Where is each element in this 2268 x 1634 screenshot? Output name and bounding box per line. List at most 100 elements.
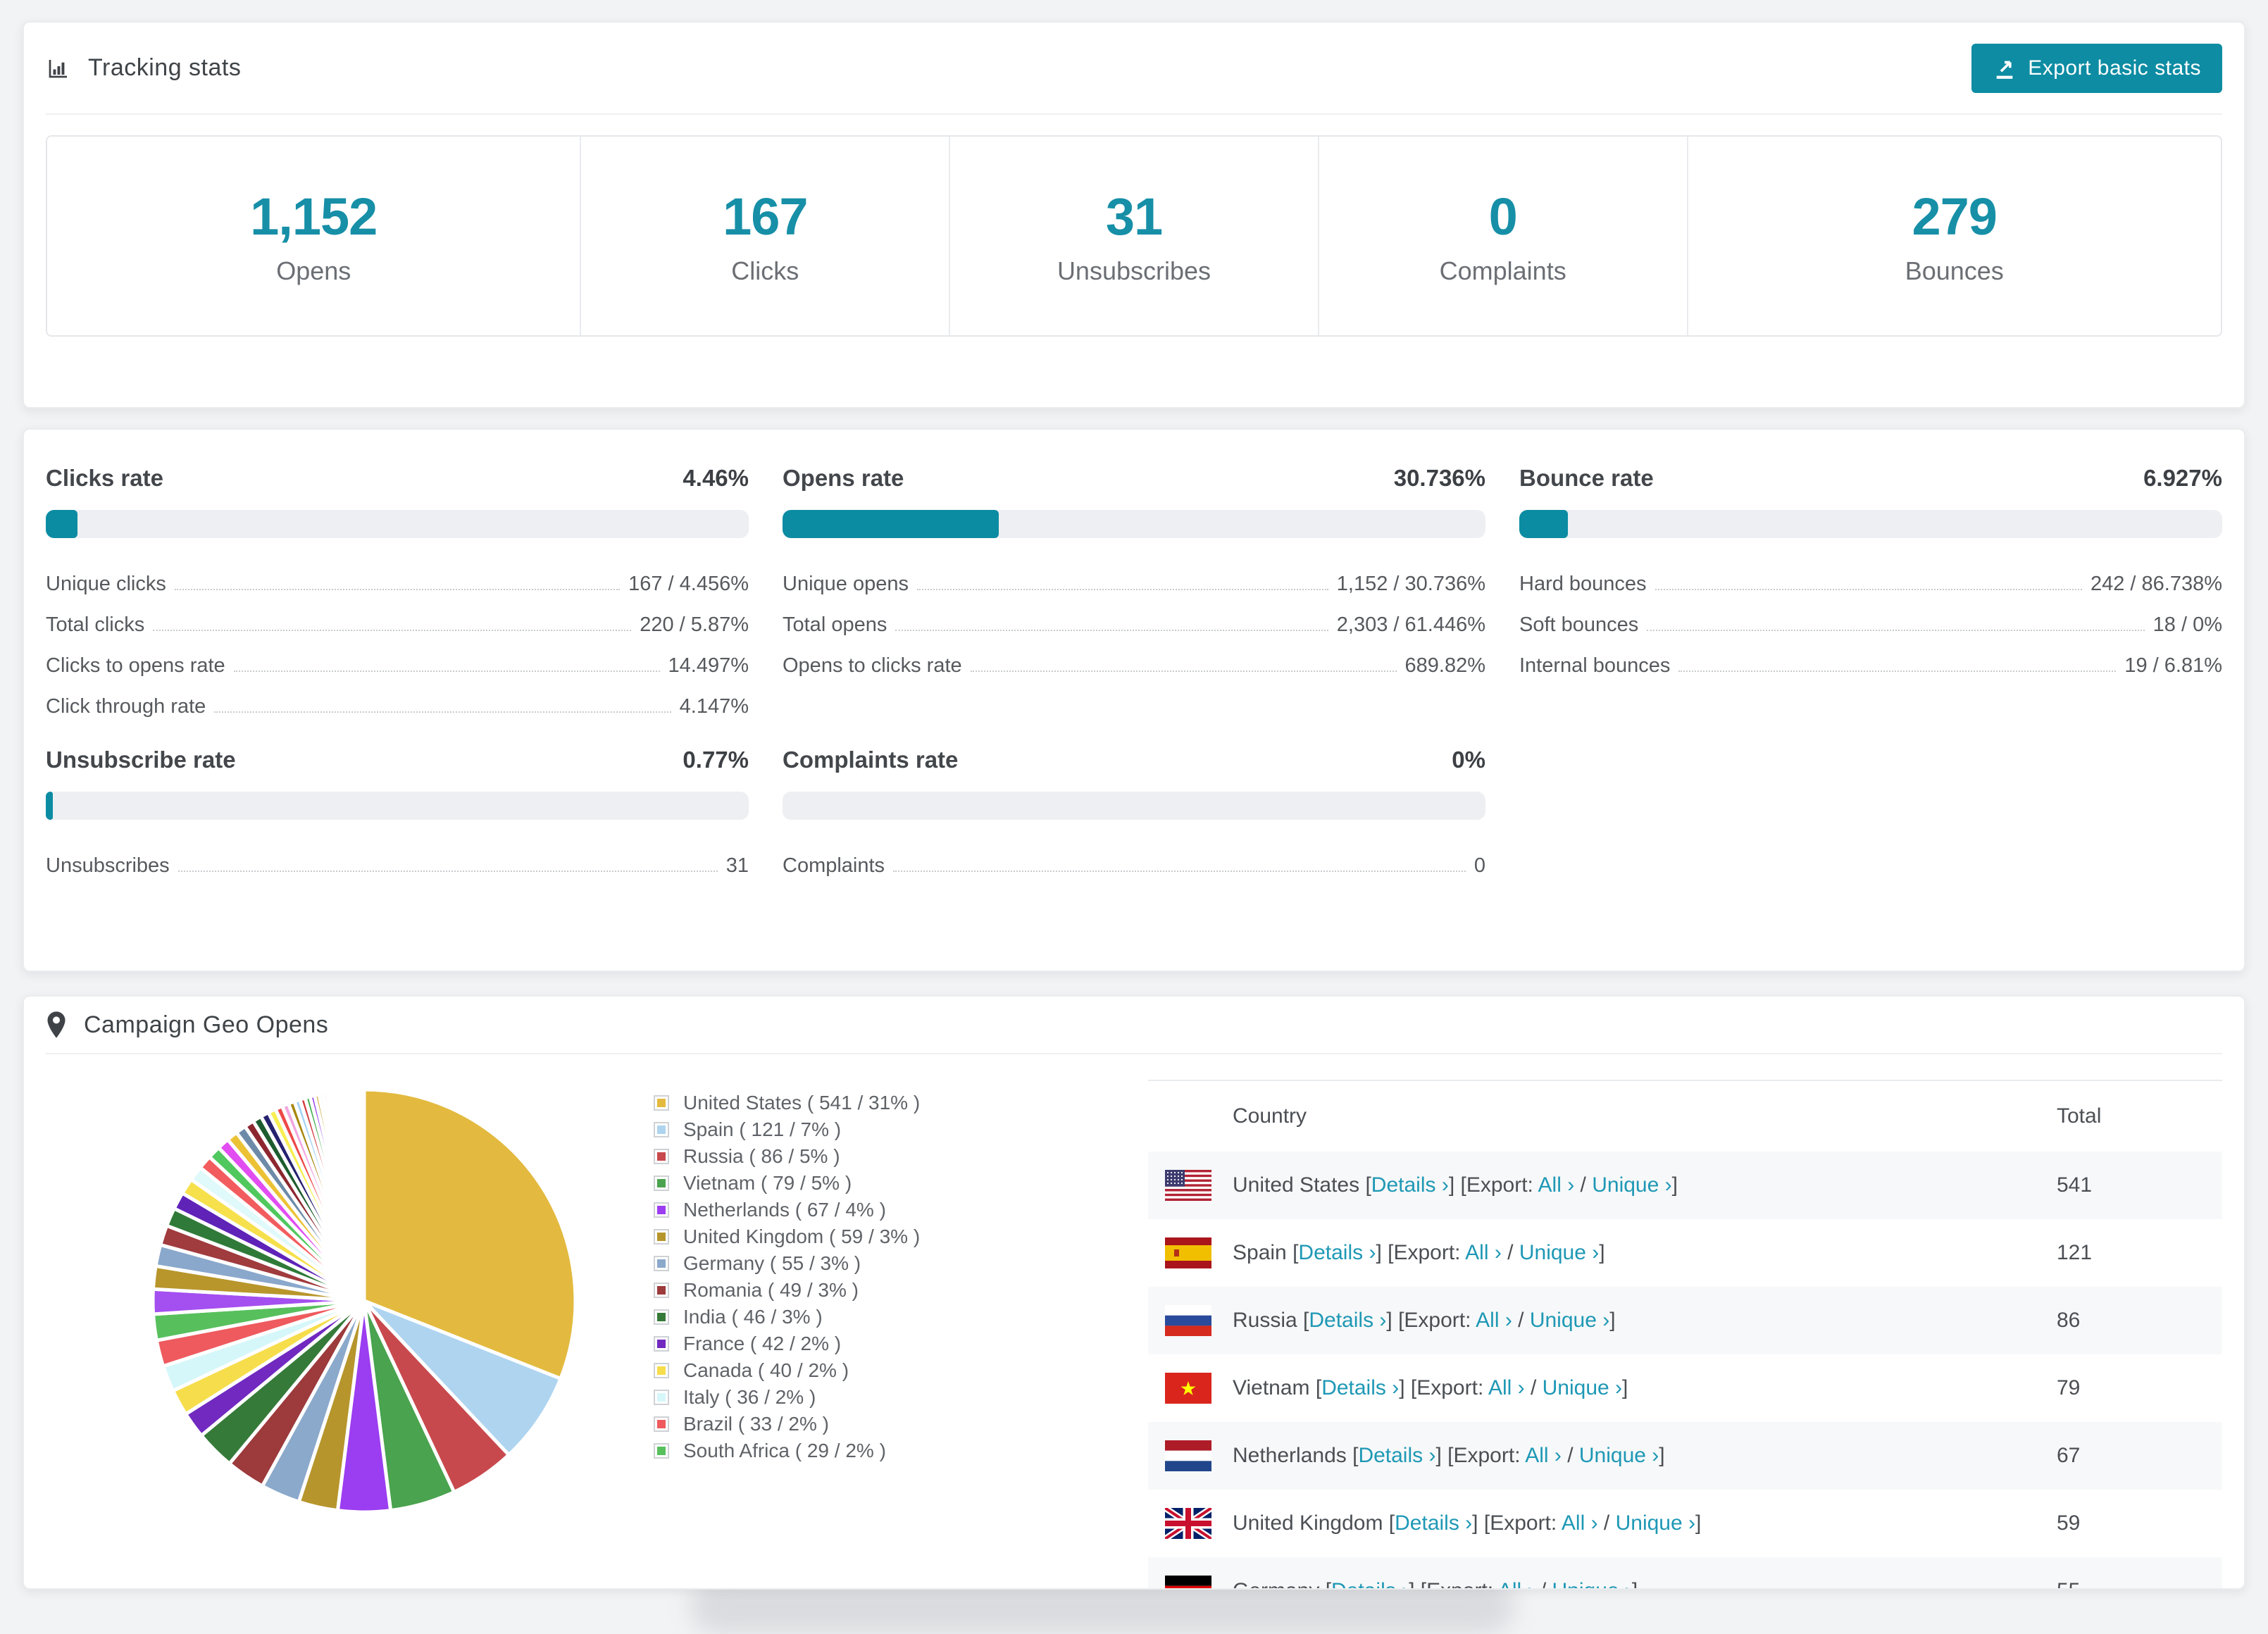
rate-detail-value: 167 / 4.456% [628,573,749,595]
export-unique-link[interactable]: Unique › [1616,1511,1695,1535]
details-link[interactable]: Details › [1309,1309,1386,1332]
progress-bar [783,792,1485,820]
rate-title: Opens rate [783,465,904,491]
legend-item-romania: Romania ( 49 / 3% ) [654,1277,1148,1304]
export-unique-link[interactable]: Unique › [1519,1241,1599,1264]
rate-detail-row: Soft bounces 18 / 0% [1519,596,2222,637]
export-all-link[interactable]: All › [1476,1309,1512,1332]
table-row-gb: United Kingdom [Details ›] [Export: All … [1148,1490,2222,1557]
export-all-link[interactable]: All › [1498,1579,1535,1588]
details-link[interactable]: Details › [1331,1579,1409,1588]
rate-detail-value: 0 [1473,854,1485,877]
slash: / [1512,1309,1530,1332]
legend-label: Russia ( 86 / 5% ) [683,1145,840,1167]
rate-block-complaints-rate: Complaints rate 0% Complaints 0 [783,747,1485,878]
legend-item-south-africa: South Africa ( 29 / 2% ) [654,1437,1148,1464]
export-unique-link[interactable]: Unique › [1592,1173,1671,1197]
rate-block-bounce-rate: Bounce rate 6.927% Hard bounces 242 / 86.73… [1519,465,2222,718]
legend-swatch [654,1202,669,1218]
details-link[interactable]: Details › [1298,1241,1376,1264]
legend-item-united-states: United States ( 541 / 31% ) [654,1090,1148,1116]
export-label: Export: [1490,1511,1562,1535]
tracking-stats-header: Tracking stats Export basic stats [46,23,2222,115]
bracket: ] [ [1435,1444,1454,1467]
rate-title: Clicks rate [46,465,163,491]
rate-detail-label: Opens to clicks rate [783,654,962,677]
stat-value: 167 [723,187,808,246]
tracking-stats-card: Tracking stats Export basic stats 1,152 O… [23,21,2245,408]
country-cell: Netherlands [Details ›] [Export: All › /… [1148,1440,2057,1471]
export-all-link[interactable]: All › [1525,1444,1562,1467]
rate-value: 0.77% [683,747,749,773]
export-unique-link[interactable]: Unique › [1543,1376,1622,1399]
details-link[interactable]: Details › [1358,1444,1435,1467]
bracket: ] [1695,1511,1702,1535]
rate-head: Opens rate 30.736% [783,465,1485,492]
export-label: Export: [1404,1309,1476,1332]
progress-bar [1519,510,2222,538]
legend-item-brazil: Brazil ( 33 / 2% ) [654,1411,1148,1437]
legend-label: United States ( 541 / 31% ) [683,1092,921,1114]
bracket: ] [1671,1173,1678,1197]
rate-detail-value: 19 / 6.81% [2124,654,2222,677]
stat-cell-unsubscribes: 31 Unsubscribes [950,137,1319,335]
export-label: Export: [1393,1241,1466,1264]
legend-label: France ( 42 / 2% ) [683,1333,842,1354]
legend-swatch [654,1149,669,1164]
export-all-link[interactable]: All › [1488,1376,1525,1399]
country-total: 79 [2057,1376,2081,1399]
dotted-leader [174,589,621,590]
vn-flag-icon [1165,1373,1211,1404]
table-row-de: Germany [Details ›] [Export: All › / Uni… [1148,1557,2222,1588]
rate-value: 30.736% [1393,465,1485,491]
legend-swatch [654,1175,669,1191]
stat-cell-clicks: 167 Clicks [581,137,951,335]
bracket: [ [1309,1376,1322,1399]
export-basic-stats-button[interactable]: Export basic stats [1971,43,2222,93]
legend-swatch [654,1256,669,1271]
export-all-link[interactable]: All › [1465,1241,1502,1264]
bracket: ] [ [1409,1579,1426,1588]
progress-bar-fill [1519,510,1569,538]
rate-detail-list: Complaints 0 [783,837,1485,878]
rate-detail-value: 31 [725,854,749,877]
export-all-link[interactable]: All › [1562,1511,1598,1535]
country-cell: United Kingdom [Details ›] [Export: All … [1148,1508,2057,1539]
stat-value: 0 [1488,187,1518,246]
slash: / [1597,1511,1616,1535]
export-unique-link[interactable]: Unique › [1530,1309,1609,1332]
export-unique-link[interactable]: Unique › [1579,1444,1659,1467]
bracket: ] [1599,1241,1605,1264]
rate-detail-label: Unsubscribes [46,854,170,877]
legend-label: Canada ( 40 / 2% ) [683,1359,849,1381]
export-all-link[interactable]: All › [1538,1173,1575,1197]
rate-detail-row: Opens to clicks rate 689.82% [783,637,1485,678]
details-link[interactable]: Details › [1321,1376,1399,1399]
es-flag-icon [1165,1237,1211,1268]
rate-detail-list: Unique clicks 167 / 4.456% Total clicks 220… [46,555,749,718]
details-link[interactable]: Details › [1395,1511,1472,1535]
legend-swatch [654,1336,669,1352]
rate-detail-list: Unsubscribes 31 [46,837,749,878]
bracket: [ [1319,1579,1331,1588]
legend-swatch [654,1095,669,1111]
de-flag-icon [1165,1576,1211,1588]
country-name: Vietnam [Details ›] [Export: All › / Uni… [1233,1376,1628,1399]
legend-label: India ( 46 / 3% ) [683,1306,823,1328]
export-button-label: Export basic stats [2028,56,2201,80]
dotted-leader [1655,589,2082,590]
rate-detail-label: Unique clicks [46,573,166,595]
export-label: Export: [1426,1579,1498,1588]
country-column-header: Country [1233,1104,1307,1128]
legend-item-russia: Russia ( 86 / 5% ) [654,1143,1148,1170]
rate-detail-value: 18 / 0% [2152,613,2222,636]
table-row-ru: Russia [Details ›] [Export: All › / Uniq… [1148,1287,2222,1354]
rate-detail-label: Soft bounces [1519,613,1639,636]
country-name: Spain [Details ›] [Export: All › / Uniqu… [1233,1241,1605,1264]
export-unique-link[interactable]: Unique › [1552,1579,1632,1588]
details-link[interactable]: Details › [1371,1173,1449,1197]
bracket: ] [ [1386,1309,1404,1332]
gb-flag-icon [1165,1508,1211,1539]
country-total: 59 [2057,1511,2081,1535]
rate-detail-label: Click through rate [46,695,206,718]
